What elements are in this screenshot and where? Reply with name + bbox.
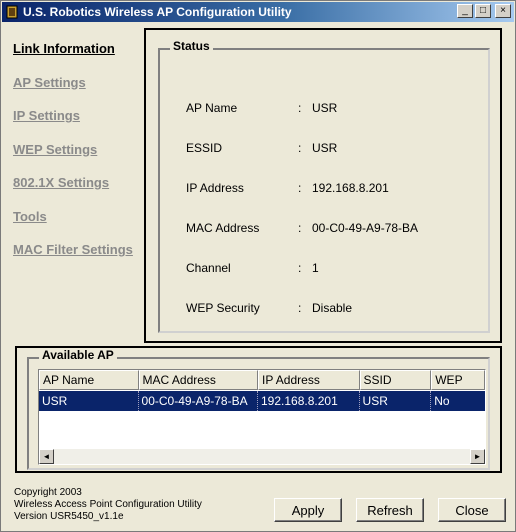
scroll-left-icon[interactable]: ◄ — [39, 449, 54, 464]
cell-ap-name: USR — [39, 391, 139, 411]
version-text: Version USR5450_v1.1e — [14, 511, 124, 522]
status-title: Status — [170, 39, 213, 53]
nav-mac-filter-settings[interactable]: MAC Filter Settings — [13, 242, 143, 258]
cell-ssid: USR — [360, 391, 432, 411]
app-icon — [5, 4, 19, 20]
scroll-right-icon[interactable]: ► — [470, 449, 485, 464]
column-header-ap-name[interactable]: AP Name — [39, 370, 139, 390]
nav-ip-settings[interactable]: IP Settings — [13, 108, 143, 124]
scroll-track[interactable] — [54, 449, 470, 464]
field-value: 00-C0-49-A9-78-BA — [312, 221, 419, 235]
field-value: Disable — [312, 301, 353, 315]
field-separator: : — [298, 101, 302, 115]
field-ap-name: AP Name : USR — [186, 101, 337, 115]
status-panel: Status AP Name : USR ESSID : USR IP Addr… — [144, 28, 502, 343]
window-title: U.S. Robotics Wireless AP Configuration … — [23, 5, 292, 19]
product-text: Wireless Access Point Configuration Util… — [14, 499, 202, 510]
nav-link-information[interactable]: Link Information — [13, 41, 143, 57]
field-separator: : — [298, 141, 302, 155]
field-value: 1 — [312, 261, 319, 275]
refresh-button[interactable]: Refresh — [356, 498, 424, 522]
window-controls: _ □ × — [457, 4, 511, 18]
ap-list-row[interactable]: USR 00-C0-49-A9-78-BA 192.168.8.201 USR … — [39, 391, 485, 411]
field-value: USR — [312, 101, 338, 115]
available-ap-panel: Available AP AP Name MAC Address IP Addr… — [15, 346, 502, 473]
ap-list-header: AP Name MAC Address IP Address SSID WEP — [39, 370, 485, 390]
ap-list[interactable]: AP Name MAC Address IP Address SSID WEP … — [38, 369, 486, 465]
field-label: Channel — [186, 261, 231, 275]
cell-ip-address: 192.168.8.201 — [258, 391, 360, 411]
footer-info: Copyright 2003 Wireless Access Point Con… — [14, 487, 202, 523]
field-essid: ESSID : USR — [186, 141, 337, 155]
sidebar-nav: Link Information AP Settings IP Settings… — [13, 41, 143, 276]
cell-wep: No — [434, 394, 450, 408]
column-header-wep[interactable]: WEP — [431, 370, 485, 390]
nav-wep-settings[interactable]: WEP Settings — [13, 142, 143, 158]
field-label: AP Name — [186, 101, 238, 115]
maximize-button[interactable]: □ — [475, 4, 491, 18]
status-group: Status AP Name : USR ESSID : USR IP Addr… — [158, 39, 490, 333]
close-window-button[interactable]: × — [495, 4, 511, 18]
field-label: ESSID — [186, 141, 223, 155]
field-separator: : — [298, 181, 302, 195]
copyright-text: Copyright 2003 — [14, 487, 82, 498]
field-channel: Channel : 1 — [186, 261, 319, 275]
cell-mac-address: 00-C0-49-A9-78-BA — [139, 391, 258, 411]
field-label: WEP Security — [186, 301, 260, 315]
column-header-mac-address[interactable]: MAC Address — [138, 370, 258, 390]
field-separator: : — [298, 221, 302, 235]
title-bar[interactable]: U.S. Robotics Wireless AP Configuration … — [2, 2, 514, 22]
minimize-button[interactable]: _ — [457, 4, 473, 18]
column-header-ip-address[interactable]: IP Address — [258, 370, 360, 390]
field-wep-security: WEP Security : Disable — [186, 301, 352, 315]
field-value: USR — [312, 141, 338, 155]
column-header-ssid[interactable]: SSID — [359, 370, 432, 390]
nav-ap-settings[interactable]: AP Settings — [13, 75, 143, 91]
field-ip-address: IP Address : 192.168.8.201 — [186, 181, 389, 195]
field-value: 192.168.8.201 — [312, 181, 389, 195]
field-separator: : — [298, 301, 302, 315]
field-label: MAC Address — [186, 221, 260, 235]
close-button[interactable]: Close — [438, 498, 506, 522]
nav-tools[interactable]: Tools — [13, 209, 143, 225]
horizontal-scrollbar[interactable]: ◄ ► — [39, 449, 485, 464]
app-window: U.S. Robotics Wireless AP Configuration … — [0, 0, 516, 532]
apply-button[interactable]: Apply — [274, 498, 342, 522]
nav-8021x-settings[interactable]: 802.1X Settings — [13, 175, 143, 191]
field-mac-address: MAC Address : 00-C0-49-A9-78-BA — [186, 221, 418, 235]
available-ap-title: Available AP — [39, 348, 117, 362]
field-label: IP Address — [186, 181, 244, 195]
available-ap-group: Available AP AP Name MAC Address IP Addr… — [27, 348, 490, 470]
field-separator: : — [298, 261, 302, 275]
